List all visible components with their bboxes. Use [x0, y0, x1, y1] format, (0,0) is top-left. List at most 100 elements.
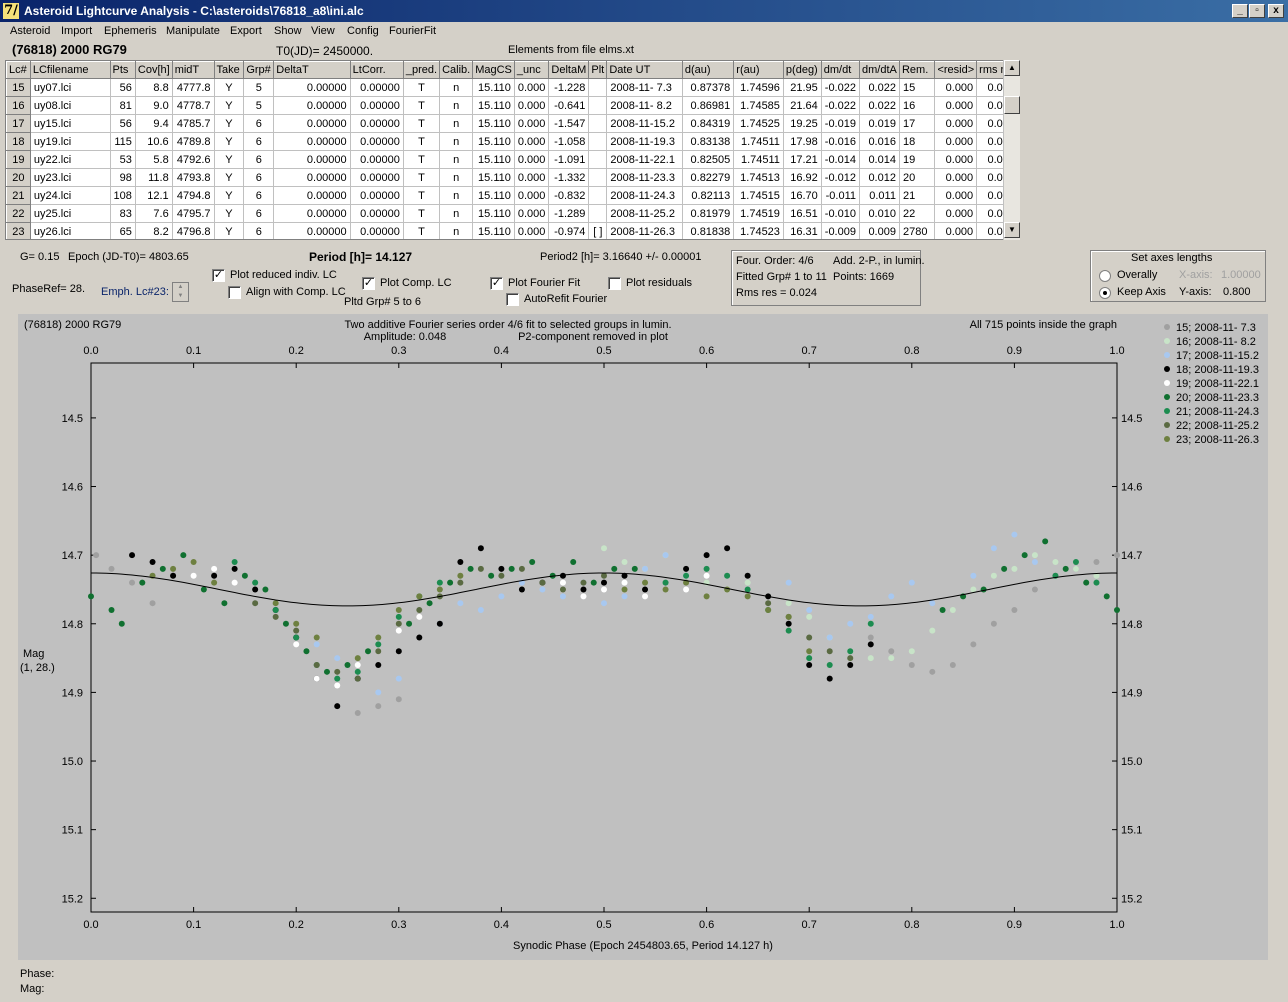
table-cell[interactable]: 4796.8	[172, 222, 215, 239]
table-cell[interactable]	[588, 114, 608, 133]
table-cell[interactable]: 0.00000	[273, 150, 351, 169]
table-cell[interactable]: Y	[214, 150, 245, 169]
table-cell[interactable]: 0.00000	[350, 186, 404, 205]
table-cell[interactable]: n	[439, 186, 474, 205]
column-header[interactable]: Take	[213, 61, 245, 79]
table-cell[interactable]: 0.000	[514, 114, 550, 133]
table-cell[interactable]: 16.31	[783, 222, 822, 239]
plot-area[interactable]	[90, 362, 1118, 913]
table-cell[interactable]: -0.011	[821, 186, 860, 205]
table-cell[interactable]: uy26.lci	[30, 222, 111, 239]
table-cell[interactable]: 0.014	[859, 150, 900, 169]
table-cell[interactable]: -0.010	[821, 204, 860, 223]
table-cell[interactable]: 0.000	[514, 78, 550, 97]
menu-import[interactable]: Import	[61, 25, 92, 37]
table-cell[interactable]: Y	[214, 78, 245, 97]
table-cell[interactable]: -1.547	[548, 114, 590, 133]
table-cell[interactable]: -0.009	[821, 222, 860, 239]
table-cell[interactable]: 0.00000	[350, 114, 404, 133]
table-cell[interactable]: T	[403, 78, 441, 97]
scroll-down-icon[interactable]: ▼	[1004, 222, 1020, 238]
table-cell[interactable]: uy19.lci	[30, 132, 111, 151]
table-cell[interactable]: 0.000	[514, 186, 550, 205]
table-cell[interactable]: 0.00000	[350, 150, 404, 169]
table-cell[interactable]: 15.110	[472, 96, 515, 115]
menu-view[interactable]: View	[311, 25, 335, 37]
table-cell[interactable]: 17.98	[783, 132, 822, 151]
table-row[interactable]: 23 uy26.lci 65 8.2 4796.8 Y 6 0.00000 0.00000 Tn 1…	[6, 222, 1019, 239]
table-cell[interactable]: 0.84319	[682, 114, 735, 133]
table-cell[interactable]: 6	[243, 204, 275, 223]
table-cell[interactable]: 8.8	[135, 78, 173, 97]
table-cell[interactable]: uy23.lci	[30, 168, 111, 187]
row-header[interactable]: 17	[6, 114, 31, 133]
table-cell[interactable]: 2008-11- 7.3	[606, 78, 683, 97]
autorefit-checkbox[interactable]	[506, 293, 519, 306]
x-axis-value[interactable]: 1.00000	[1221, 269, 1261, 281]
align-comp-checkbox[interactable]	[228, 286, 241, 299]
table-cell[interactable]: 8.2	[135, 222, 173, 239]
column-header[interactable]: r(au)	[733, 61, 784, 79]
spin-down-icon[interactable]: ▼	[173, 292, 188, 301]
menu-manipulate[interactable]: Manipulate	[166, 25, 220, 37]
table-cell[interactable]: -1.091	[548, 150, 590, 169]
table-cell[interactable]: 0.000	[934, 150, 978, 169]
table-cell[interactable]: 0.81838	[682, 222, 735, 239]
table-cell[interactable]: 4778.7	[172, 96, 215, 115]
table-cell[interactable]: 1.74515	[733, 186, 784, 205]
column-header[interactable]: Pts	[109, 61, 136, 79]
scroll-thumb[interactable]	[1004, 96, 1020, 114]
table-cell[interactable]: 16.92	[783, 168, 822, 187]
column-header[interactable]: Calib.	[439, 61, 474, 79]
table-cell[interactable]: 0.82113	[682, 186, 735, 205]
table-cell[interactable]: 0.00000	[273, 96, 351, 115]
plot-svg[interactable]: (76818) 2000 RG79 Two additive Fourier s…	[18, 314, 1268, 960]
table-cell[interactable]: 0.82505	[682, 150, 735, 169]
table-cell[interactable]: 20	[899, 168, 936, 187]
row-header[interactable]: 23	[6, 222, 31, 239]
table-cell[interactable]: 15.110	[472, 78, 515, 97]
menu-config[interactable]: Config	[347, 25, 379, 37]
table-cell[interactable]: T	[403, 132, 441, 151]
table-cell[interactable]: 0.82279	[682, 168, 735, 187]
table-cell[interactable]: 0.86981	[682, 96, 735, 115]
table-cell[interactable]: 2008-11-19.3	[606, 132, 683, 151]
table-cell[interactable]: 0.000	[934, 132, 978, 151]
column-header[interactable]: Cov[h]	[134, 61, 173, 79]
table-cell[interactable]: 9.4	[135, 114, 173, 133]
table-cell[interactable]	[588, 204, 608, 223]
table-cell[interactable]: 0.00000	[350, 222, 404, 239]
table-cell[interactable]	[588, 150, 608, 169]
table-cell[interactable]: 9.0	[135, 96, 173, 115]
column-header[interactable]: Lc#	[6, 61, 31, 79]
keep-axis-radio[interactable]	[1099, 287, 1111, 299]
table-cell[interactable]: 6	[243, 186, 275, 205]
table-cell[interactable]: 0.00000	[350, 132, 404, 151]
table-cell[interactable]: T	[403, 168, 441, 187]
table-cell[interactable]: 0.000	[934, 114, 978, 133]
table-cell[interactable]: 1.74513	[733, 168, 784, 187]
column-header[interactable]: _pred.	[402, 61, 441, 79]
table-cell[interactable]: uy22.lci	[30, 150, 111, 169]
table-cell[interactable]: -1.228	[548, 78, 590, 97]
menu-show[interactable]: Show	[274, 25, 302, 37]
table-row[interactable]: 18 uy19.lci 115 10.6 4789.8 Y 6 0.00000 0.00000 T…	[6, 132, 1019, 151]
table-cell[interactable]: -1.332	[548, 168, 590, 187]
column-header[interactable]: <resid>	[934, 61, 978, 79]
table-cell[interactable]: 0.010	[859, 204, 900, 223]
table-cell[interactable]: 15.110	[472, 204, 515, 223]
table-cell[interactable]: 0.00000	[273, 78, 351, 97]
table-cell[interactable]: -0.019	[821, 114, 860, 133]
table-cell[interactable]: 1.74525	[733, 114, 784, 133]
table-cell[interactable]: 1.74523	[733, 222, 784, 239]
table-cell[interactable]: 0.00000	[273, 132, 351, 151]
table-cell[interactable]: n	[439, 96, 474, 115]
table-cell[interactable]: 83	[110, 204, 136, 223]
row-header[interactable]: 22	[6, 204, 31, 223]
table-cell[interactable]: 4793.8	[172, 168, 215, 187]
table-cell[interactable]: 0.00000	[350, 96, 404, 115]
table-cell[interactable]: n	[439, 204, 474, 223]
table-cell[interactable]: 1.74511	[733, 132, 784, 151]
row-header[interactable]: 21	[6, 186, 31, 205]
column-header[interactable]: Rem.	[898, 61, 936, 79]
